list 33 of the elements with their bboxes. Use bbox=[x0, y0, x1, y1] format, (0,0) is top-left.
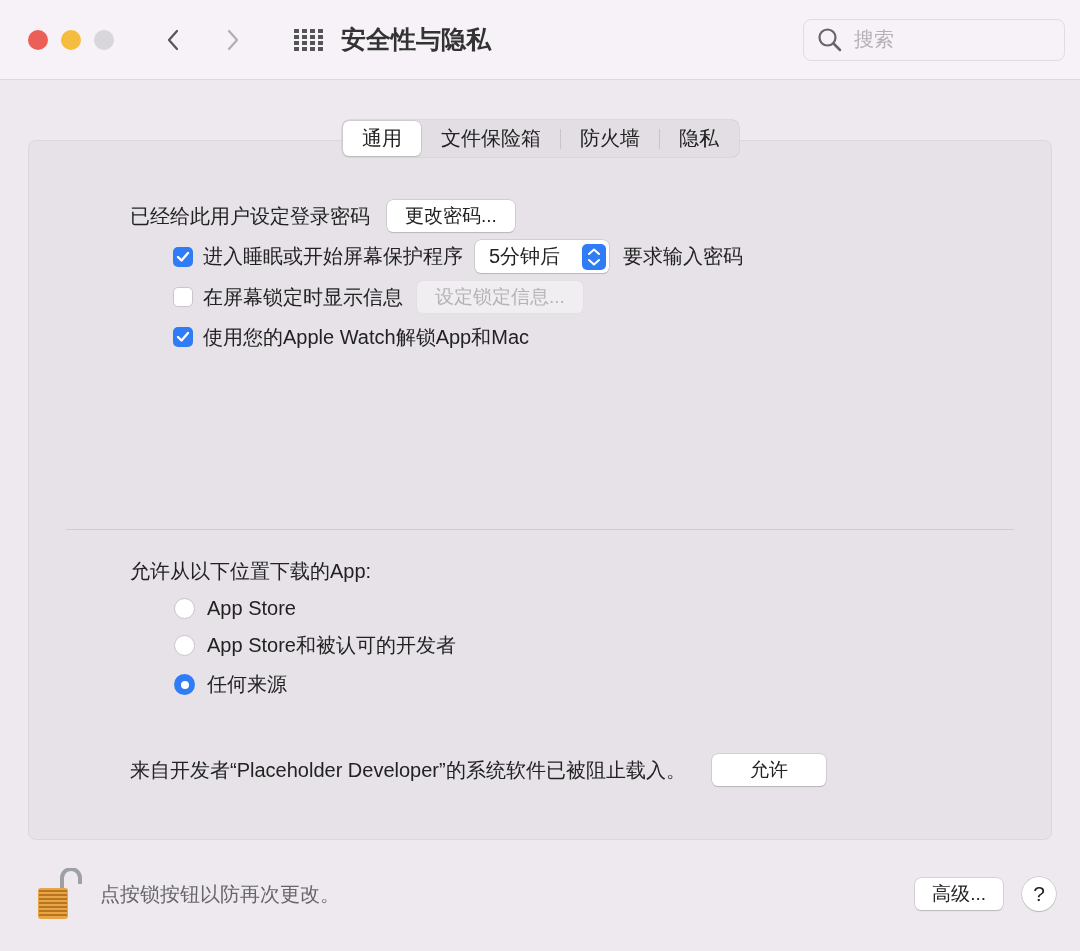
lock-hint: 点按锁按钮以防再次更改。 bbox=[100, 881, 340, 907]
stepper-icon bbox=[582, 243, 607, 270]
blocked-message: 来自开发者“Placeholder Developer”的系统软件已被阻止载入。 bbox=[130, 757, 686, 783]
radio-label: App Store bbox=[207, 597, 296, 620]
radio-label: 任何来源 bbox=[207, 672, 287, 697]
option-suffix: 要求输入密码 bbox=[623, 244, 744, 269]
help-button[interactable]: ? bbox=[1022, 877, 1056, 911]
padlock-icon[interactable] bbox=[36, 868, 82, 920]
dropdown[interactable]: 5分钟后 bbox=[475, 240, 610, 273]
window-control-icon[interactable] bbox=[61, 29, 81, 50]
tab[interactable]: 文件保险箱 bbox=[421, 121, 560, 156]
allow-button[interactable]: 允许 bbox=[711, 754, 826, 786]
tab[interactable]: 通用 bbox=[342, 121, 421, 156]
checkbox-label: 在屏幕锁定时显示信息 bbox=[203, 284, 403, 310]
radio-button[interactable] bbox=[174, 598, 195, 619]
password-label: 已经给此用户设定登录密码 bbox=[130, 203, 370, 229]
checkbox-label: 进入睡眠或开始屏幕保护程序 bbox=[203, 244, 463, 269]
tab[interactable]: 防火墙 bbox=[560, 121, 659, 156]
search-icon bbox=[817, 26, 843, 53]
grid-icon[interactable] bbox=[294, 28, 323, 51]
radio-label: App Store和被认可的开发者 bbox=[207, 633, 456, 658]
window-title: 安全性与隐私 bbox=[341, 24, 491, 55]
window-control-icon[interactable] bbox=[28, 29, 48, 50]
checkbox-label: 使用您的Apple Watch解锁App和Mac bbox=[203, 324, 529, 350]
tab[interactable]: 隐私 bbox=[659, 121, 738, 156]
search-field[interactable]: 搜索 bbox=[803, 18, 1065, 61]
section-label: 允许从以下位置下载的App: bbox=[130, 559, 373, 584]
checkbox[interactable] bbox=[173, 246, 193, 267]
radio-button[interactable] bbox=[174, 674, 195, 695]
change-password-button[interactable]: 更改密码... bbox=[387, 200, 515, 232]
advanced-button[interactable]: 高级... bbox=[915, 878, 1003, 910]
radio-button[interactable] bbox=[174, 635, 195, 656]
checkbox[interactable] bbox=[173, 327, 193, 347]
